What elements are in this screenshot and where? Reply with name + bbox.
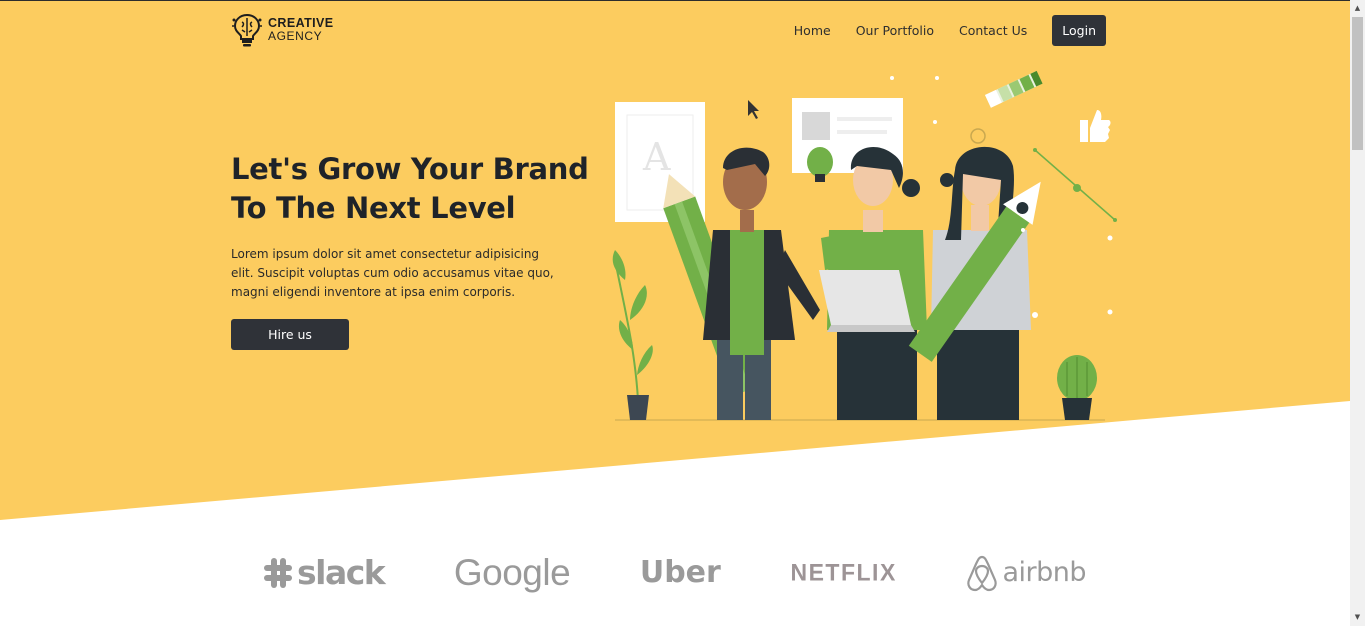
nav-portfolio-link[interactable]: Our Portfolio [856,23,934,38]
hero-description: Lorem ipsum dolor sit amet consectetur a… [231,247,554,299]
hero-title: Let's Grow Your Brand To The Next Level [231,152,589,225]
hire-us-button[interactable]: Hire us [231,319,349,350]
vertical-scrollbar[interactable]: ▲ ▼ [1350,0,1365,626]
uber-logo: Uber [640,555,721,590]
brand-logo[interactable]: CREATIVE AGENCY [231,12,333,48]
scroll-up-arrow-icon[interactable]: ▲ [1350,0,1365,17]
scroll-down-arrow-icon[interactable]: ▼ [1350,609,1365,626]
partner-logos: slack Google Uber NETFLIX airbnb [231,545,1106,600]
navbar: CREATIVE AGENCY Home Our Portfolio Conta… [231,12,1106,52]
slack-logo-text: slack [297,553,386,592]
netflix-logo: NETFLIX [790,558,897,586]
scroll-thumb[interactable] [1352,17,1363,150]
slack-logo: slack [263,553,386,593]
uber-logo-text: Uber [639,555,721,590]
brand-tagline: AGENCY [268,29,323,43]
google-logo-text: Google [453,551,571,593]
nav-home-link[interactable]: Home [794,23,831,38]
login-button[interactable]: Login [1052,15,1106,46]
lightbulb-brain-icon [232,13,262,47]
nav-contact-link[interactable]: Contact Us [959,23,1027,38]
svg-text:A: A [642,135,671,179]
brand-text: CREATIVE AGENCY [268,17,333,43]
netflix-logo-text: NETFLIX [790,558,897,586]
google-logo: Google [453,551,571,594]
slack-hash-icon [264,557,292,588]
nav-links: Home Our Portfolio Contact Us Login [769,15,1106,46]
team-creative-illustration: A [612,70,1117,421]
airbnb-logo-text: airbnb [1002,557,1086,588]
airbnb-belo-icon [967,555,998,591]
airbnb-logo: airbnb [966,553,1086,593]
